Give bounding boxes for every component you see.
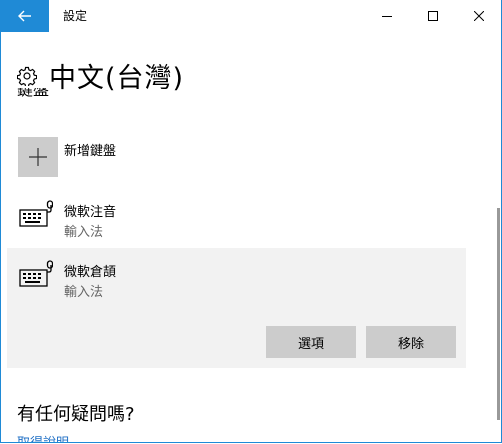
minimize-icon [382,16,392,17]
close-button[interactable] [456,0,501,32]
help-heading: 有任何疑問嗎? [17,404,135,425]
scrollbar-thumb[interactable] [497,208,500,420]
back-button[interactable] [1,0,49,32]
scrollbar[interactable] [496,32,501,442]
add-keyboard-button[interactable]: 新增鍵盤 [7,137,466,183]
keyboard-icon [19,260,53,287]
keyboard-name: 微軟倉頡 [64,265,117,280]
maximize-icon [428,11,438,21]
keyboard-item-selected[interactable]: 微軟倉頡 輸入法 選項 移除 [7,248,466,368]
settings-window: 設定 中文(台灣) 鍵盤 新增鍵盤 微軟注音 輸入法 微軟倉頡 輸入法 選項 移… [0,0,502,443]
gear-icon [17,66,37,86]
arrow-left-icon [18,10,31,22]
keyboard-item[interactable]: 微軟注音 輸入法 [7,196,466,242]
add-keyboard-label: 新增鍵盤 [64,144,117,159]
minimize-button[interactable] [364,0,410,32]
keyboard-icon [19,200,53,227]
add-tile [18,137,58,177]
maximize-button[interactable] [410,0,456,32]
keyboard-type: 輸入法 [64,285,104,300]
page-title: 中文(台灣) [49,63,185,94]
get-help-link[interactable]: 取得說明 [17,432,69,442]
plus-icon [29,148,47,166]
remove-button[interactable]: 移除 [366,326,456,358]
keyboard-type: 輸入法 [64,225,104,240]
options-button[interactable]: 選項 [266,326,356,358]
section-label-keyboards: 鍵盤 [17,88,49,104]
window-title: 設定 [63,9,88,23]
section-label-text: 鍵盤 [17,88,50,99]
title-bar: 設定 [1,0,501,32]
keyboard-name: 微軟注音 [64,205,117,220]
close-icon [474,11,484,21]
